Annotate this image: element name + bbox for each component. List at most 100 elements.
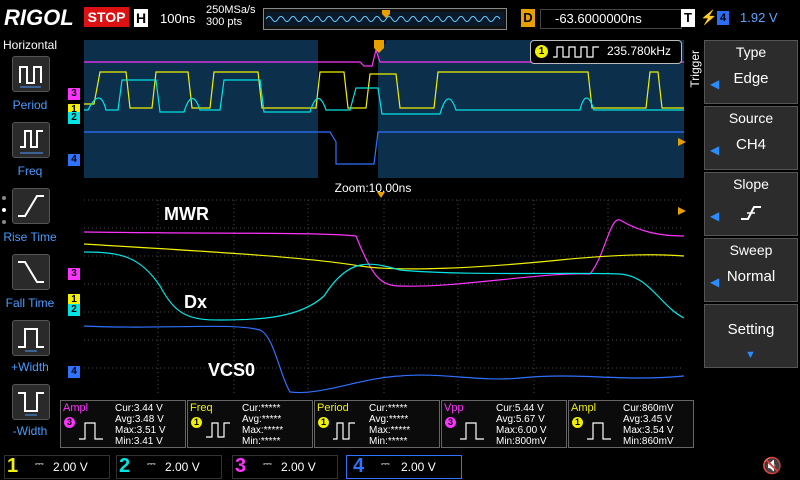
measurement-5-name: Ampl [571, 402, 597, 414]
period-button[interactable] [12, 56, 50, 92]
measurement-2-max: Max:***** [242, 425, 284, 436]
timebase-value[interactable]: 100ns [160, 11, 195, 26]
measurement-4-avg: Avg:5.67 V [496, 414, 545, 425]
trigger-sweep-box[interactable]: Sweep ◀ Normal [704, 238, 798, 302]
trigger-label: T [681, 9, 695, 27]
rise-time-button[interactable] [12, 188, 50, 224]
measurement-2-min: Min:***** [242, 436, 281, 447]
period-icon [333, 422, 355, 440]
trigger-setting-title: Setting [727, 321, 775, 338]
measurement-2-cur: Cur:***** [242, 403, 281, 414]
fall-time-button[interactable] [12, 254, 50, 290]
dc-coupling-icon: ⎓ [381, 458, 390, 470]
measurement-4-min: Min:800mV [496, 436, 547, 447]
rise-time-icon [18, 195, 44, 217]
measurement-3-cur: Cur:***** [369, 403, 408, 414]
channel-1-control[interactable]: 1 ⎓ 2.00 V [4, 455, 110, 479]
channel-3-scale: 2.00 V [281, 460, 316, 474]
measurement-1-max: Max:3.51 V [115, 425, 166, 436]
freq-label: Freq [17, 164, 43, 178]
trigger-source-box[interactable]: Source ◀ CH4 [704, 106, 798, 170]
sample-info: 250MSa/s 300 pts [206, 4, 256, 28]
memory-overview-wave [265, 10, 504, 26]
ch4-zoom-marker[interactable]: 4 [68, 366, 80, 378]
fall-time-icon [18, 261, 44, 283]
measurement-2-channel: 1 [191, 417, 202, 428]
counter-value: 235.780kHz [607, 44, 672, 58]
amplitude-icon [79, 422, 103, 440]
trigger-slope-title: Slope [733, 176, 769, 192]
trigger-marker-label: T [382, 36, 388, 46]
dc-coupling-icon: ⎓ [263, 458, 272, 470]
fall-time-label: Fall Time [5, 296, 55, 310]
measurement-4-channel: 3 [445, 417, 456, 428]
zoom-grid [84, 199, 684, 396]
ch4-overview-marker[interactable]: 4 [68, 154, 80, 166]
measurement-3-min: Min:***** [369, 436, 408, 447]
measurement-3-avg: Avg:***** [369, 414, 409, 425]
minus-width-label: -Width [12, 424, 48, 438]
measurement-4-name: Vpp [444, 402, 464, 414]
menu-page-indicator [2, 196, 7, 226]
run-stop-button[interactable]: STOP [84, 7, 129, 27]
measurement-4[interactable]: Vpp 3 Cur:5.44 V Avg:5.67 V Max:6.00 V M… [441, 400, 567, 448]
ch2-zoom-marker[interactable]: 2 [68, 304, 80, 316]
chevron-left-icon: ◀ [710, 77, 720, 91]
frequency-icon [20, 130, 43, 154]
counter-pulse-icon [553, 46, 599, 58]
label-dx: Dx [184, 292, 208, 312]
measurement-2[interactable]: Freq 1 Cur:***** Avg:***** Max:***** Min… [187, 400, 313, 448]
measurement-4-max: Max:6.00 V [496, 425, 547, 436]
trigger-slope-box[interactable]: Slope ◀ [704, 172, 798, 236]
trigger-setting-box[interactable]: Setting ▼ [704, 304, 798, 368]
measurement-5-cur: Cur:860mV [623, 403, 674, 414]
measurement-5[interactable]: Ampl 1 Cur:860mV Avg:3.45 V Max:3.54 V M… [568, 400, 694, 448]
measurement-4-cur: Cur:5.44 V [496, 403, 544, 414]
measurement-2-avg: Avg:***** [242, 414, 282, 425]
measurement-1-name: Ampl [63, 402, 89, 414]
measurement-3-name: Period [317, 402, 349, 414]
chevron-left-icon: ◀ [710, 275, 720, 289]
rise-time-label: Rise Time [3, 230, 57, 244]
delay-label: D [521, 9, 535, 27]
rising-edge-icon: ⚡ [700, 9, 718, 25]
ch3-overview-marker[interactable]: 3 [68, 88, 80, 100]
measurement-3[interactable]: Period 1 Cur:***** Avg:***** Max:***** M… [314, 400, 440, 448]
freq-button[interactable] [12, 122, 50, 158]
zoom-region [318, 40, 378, 178]
measurement-5-min: Min:860mV [623, 436, 674, 447]
channel-3-control[interactable]: 3 ⎓ 2.00 V [232, 455, 338, 479]
memory-overview-strip[interactable] [263, 8, 507, 30]
channel-3-number: 3 [235, 455, 247, 477]
frequency-counter[interactable]: 1 235.780kHz [530, 40, 682, 64]
ch2-overview-marker[interactable]: 2 [68, 112, 80, 124]
zoom-ch2-trace [83, 251, 685, 321]
positive-width-icon [18, 328, 44, 352]
delay-value[interactable]: -63.6000000ns [540, 9, 682, 29]
chevron-down-icon: ▼ [745, 349, 756, 361]
brand-logo: RIGOL [4, 5, 74, 30]
dc-coupling-icon: ⎓ [147, 458, 156, 470]
measure-menu-title: Horizontal [2, 38, 58, 52]
channel-2-control[interactable]: 2 ⎓ 2.00 V [116, 455, 222, 479]
measurement-2-name: Freq [190, 402, 213, 414]
negative-width-icon [18, 392, 44, 416]
measurement-1-min: Min:3.41 V [115, 436, 163, 447]
zoom-label: Zoom:10.00ns [334, 181, 412, 195]
measurement-1-avg: Avg:3.48 V [115, 414, 164, 425]
measurement-1[interactable]: Ampl 3 Cur:3.44 V Avg:3.48 V Max:3.51 V … [60, 400, 186, 448]
measurement-1-cur: Cur:3.44 V [115, 403, 163, 414]
plus-width-button[interactable] [12, 320, 50, 356]
ch3-zoom-marker[interactable]: 3 [68, 268, 80, 280]
peak-to-peak-icon [460, 422, 484, 440]
status-bar: RIGOL STOP H 100ns 250MSa/s 300 pts D -6… [0, 0, 800, 36]
waveform-display[interactable]: 3 1 2 4 3 1 2 4 T 1 235.780kHz Zoom:10.0… [60, 36, 686, 452]
speaker-muted-icon[interactable]: 🔇 [762, 456, 782, 476]
trigger-type-box[interactable]: Type ◀ Edge [704, 40, 798, 104]
trigger-level[interactable]: 1.92 V [740, 9, 778, 27]
timebase-label: H [134, 9, 148, 27]
channel-4-control[interactable]: 4 ⎓ 2.00 V [346, 455, 462, 479]
counter-channel-badge: 1 [535, 45, 548, 58]
trigger-channel-badge: 4 [717, 11, 729, 25]
minus-width-button[interactable] [12, 384, 50, 420]
